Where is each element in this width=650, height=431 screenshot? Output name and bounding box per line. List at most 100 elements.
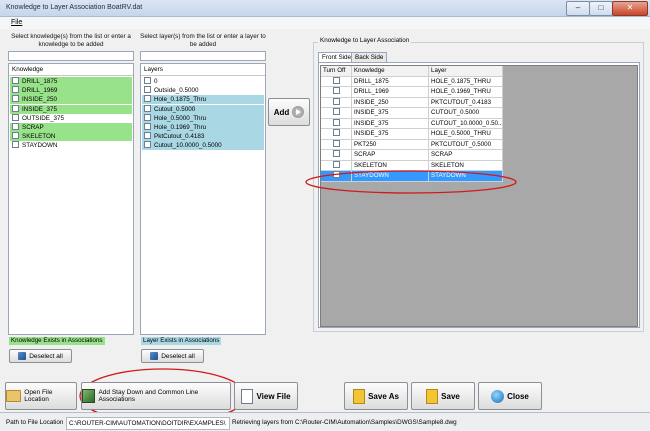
knowledge-cell[interactable]: STAYDOWN: [352, 171, 429, 182]
layer-cell[interactable]: PKTCUTOUT_0.5000: [429, 139, 503, 150]
checkbox[interactable]: [12, 104, 19, 112]
checkbox[interactable]: [144, 113, 151, 121]
turn-off-checkbox[interactable]: [333, 150, 340, 157]
knowledge-list-item[interactable]: STAYDOWN: [10, 141, 132, 150]
knowledge-cell[interactable]: INSIDE_250: [352, 97, 429, 108]
col-turn-off[interactable]: Turn Off: [321, 66, 352, 77]
close-window-button[interactable]: ✕: [612, 1, 648, 16]
layer-cell[interactable]: HOLE_0.1875_THRU: [429, 76, 503, 87]
knowledge-list-item[interactable]: OUTSIDE_375: [10, 113, 132, 123]
layer-cell[interactable]: SKELETON: [429, 160, 503, 171]
table-row[interactable]: INSIDE_375 HOLE_0.5000_THRU: [321, 129, 503, 140]
layer-deselect-all-button[interactable]: Deselect all: [141, 349, 204, 363]
open-file-location-button[interactable]: Open File Location: [5, 382, 77, 410]
layer-list-item[interactable]: Cutout_10.0000_0.5000: [142, 141, 264, 151]
knowledge-deselect-all-button[interactable]: Deselect all: [9, 349, 72, 363]
table-row[interactable]: STAYDOWN STAYDOWN: [321, 171, 503, 182]
table-row[interactable]: INSIDE_375 CUTOUT_0.5000: [321, 108, 503, 119]
checkbox[interactable]: [12, 123, 19, 130]
turn-off-checkbox[interactable]: [333, 160, 340, 168]
turn-off-cell[interactable]: [321, 76, 352, 87]
checkbox[interactable]: [144, 104, 151, 112]
maximize-button[interactable]: □: [589, 1, 613, 16]
knowledge-cell[interactable]: INSIDE_375: [352, 118, 429, 129]
layer-list-item[interactable]: Outside_0.5000: [142, 86, 264, 95]
knowledge-list-item[interactable]: DRILL_1969: [10, 86, 132, 96]
checkbox[interactable]: [12, 77, 19, 84]
close-button[interactable]: Close: [478, 382, 542, 410]
layer-list-item[interactable]: 0: [142, 77, 264, 86]
col-knowledge[interactable]: Knowledge: [352, 66, 429, 77]
knowledge-list-item[interactable]: INSIDE_250: [10, 95, 132, 105]
turn-off-checkbox[interactable]: [333, 118, 340, 126]
layer-list-item[interactable]: Hole_0.1969_Thru: [142, 123, 264, 132]
knowledge-cell[interactable]: DRILL_1969: [352, 87, 429, 98]
turn-off-cell[interactable]: [321, 150, 352, 161]
save-as-button[interactable]: Save As: [344, 382, 408, 410]
checkbox[interactable]: [144, 123, 151, 130]
turn-off-checkbox[interactable]: [333, 139, 340, 147]
turn-off-cell[interactable]: [321, 160, 352, 171]
minimize-button[interactable]: –: [566, 1, 590, 16]
table-row[interactable]: INSIDE_375 CUTOUT_10.0000_0.50...: [321, 118, 503, 129]
turn-off-cell[interactable]: [321, 87, 352, 98]
association-grid[interactable]: Turn Off Knowledge Layer DRILL_1875 HOLE_…: [320, 65, 638, 327]
add-staydown-button[interactable]: Add Stay Down and Common Line Associatio…: [81, 382, 231, 410]
knowledge-list-item[interactable]: DRILL_1875: [10, 77, 132, 86]
table-row[interactable]: SKELETON SKELETON: [321, 160, 503, 171]
path-value[interactable]: C:\ROUTER-CIM\AUTOMATION\DOITDIR\EXAMPLE…: [66, 417, 230, 430]
table-row[interactable]: DRILL_1875 HOLE_0.1875_THRU: [321, 76, 503, 87]
turn-off-cell[interactable]: [321, 139, 352, 150]
layer-list-item[interactable]: Hole_0.5000_Thru: [142, 113, 264, 123]
turn-off-cell[interactable]: [321, 129, 352, 140]
turn-off-checkbox[interactable]: [333, 97, 340, 105]
table-row[interactable]: PKT250 PKTCUTOUT_0.5000: [321, 139, 503, 150]
turn-off-cell[interactable]: [321, 171, 352, 182]
layer-cell[interactable]: PKTCUTOUT_0.4183: [429, 97, 503, 108]
layer-cell[interactable]: SCRAP: [429, 150, 503, 161]
layer-list-item[interactable]: PktCutout_0.4183: [142, 132, 264, 142]
layer-cell[interactable]: STAYDOWN: [429, 171, 503, 182]
turn-off-checkbox[interactable]: [333, 87, 340, 94]
turn-off-cell[interactable]: [321, 97, 352, 108]
turn-off-cell[interactable]: [321, 108, 352, 119]
layer-input[interactable]: [140, 51, 266, 61]
knowledge-cell[interactable]: SKELETON: [352, 160, 429, 171]
checkbox[interactable]: [12, 95, 19, 103]
knowledge-cell[interactable]: DRILL_1875: [352, 76, 429, 87]
add-button[interactable]: Add: [268, 98, 310, 126]
checkbox[interactable]: [12, 132, 19, 140]
view-file-button[interactable]: View File: [234, 382, 298, 410]
checkbox[interactable]: [144, 95, 151, 103]
layer-cell[interactable]: CUTOUT_10.0000_0.50...: [429, 118, 503, 129]
checkbox[interactable]: [12, 141, 19, 149]
turn-off-checkbox[interactable]: [333, 129, 340, 136]
layer-list-item[interactable]: Hole_0.1875_Thru: [142, 95, 264, 105]
col-layer[interactable]: Layer: [429, 66, 503, 77]
layer-cell[interactable]: HOLE_0.1969_THRU: [429, 87, 503, 98]
knowledge-input[interactable]: [8, 51, 134, 61]
knowledge-list-item[interactable]: SCRAP: [10, 123, 132, 132]
knowledge-list-item[interactable]: INSIDE_375: [10, 104, 132, 114]
knowledge-list[interactable]: Knowledge DRILL_1875 DRILL_1969 INSIDE_250…: [8, 63, 134, 335]
checkbox[interactable]: [144, 77, 151, 84]
turn-off-checkbox[interactable]: [333, 108, 340, 115]
layer-cell[interactable]: CUTOUT_0.5000: [429, 108, 503, 119]
knowledge-cell[interactable]: SCRAP: [352, 150, 429, 161]
layer-list-item[interactable]: Cutout_0.5000: [142, 104, 264, 114]
table-row[interactable]: DRILL_1969 HOLE_0.1969_THRU: [321, 87, 503, 98]
table-row[interactable]: INSIDE_250 PKTCUTOUT_0.4183: [321, 97, 503, 108]
turn-off-cell[interactable]: [321, 118, 352, 129]
knowledge-cell[interactable]: INSIDE_375: [352, 108, 429, 119]
layer-list[interactable]: Layers 0 Outside_0.5000 Hole_0.1875_Thru Cu…: [140, 63, 266, 335]
checkbox[interactable]: [12, 86, 19, 94]
knowledge-cell[interactable]: INSIDE_375: [352, 129, 429, 140]
turn-off-checkbox[interactable]: [333, 171, 340, 178]
checkbox[interactable]: [144, 86, 151, 94]
save-button[interactable]: Save: [411, 382, 475, 410]
checkbox[interactable]: [144, 141, 151, 149]
layer-cell[interactable]: HOLE_0.5000_THRU: [429, 129, 503, 140]
knowledge-cell[interactable]: PKT250: [352, 139, 429, 150]
menu-file[interactable]: File: [11, 19, 22, 26]
knowledge-list-item[interactable]: SKELETON: [10, 132, 132, 142]
